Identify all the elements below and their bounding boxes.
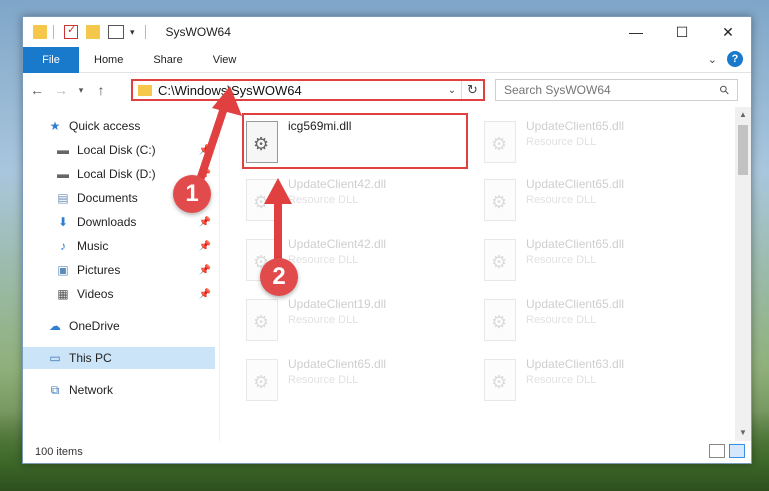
maximize-button[interactable]: ☐ [659, 17, 705, 47]
properties-check-icon[interactable] [64, 23, 78, 39]
close-button[interactable]: ✕ [705, 17, 751, 47]
tab-view[interactable]: View [198, 47, 252, 73]
refresh-icon[interactable]: ↻ [461, 81, 483, 99]
file-item[interactable]: UpdateClient65.dllResource DLL [478, 233, 704, 285]
separator [144, 25, 146, 39]
step-2-badge: 2 [260, 258, 298, 296]
expand-ribbon-icon[interactable]: ⌄ [708, 53, 717, 66]
quick-access-dropdown-icon[interactable]: ▾ [130, 27, 135, 38]
drive-icon: ▬ [57, 143, 69, 157]
pin-icon[interactable]: 📌 [199, 217, 211, 228]
file-item[interactable]: UpdateClient42.dllResource DLL [240, 173, 466, 225]
sidebar-item-this-pc[interactable]: ▭ This PC [23, 347, 215, 369]
dll-file-icon [484, 239, 516, 281]
separator [53, 25, 54, 39]
forward-button[interactable]: → [51, 82, 71, 98]
sidebar-item-onedrive[interactable]: ☁ OneDrive [47, 315, 215, 337]
sidebar-item-music[interactable]: ♪ Music 📌 [55, 235, 215, 257]
dll-file-icon [246, 299, 278, 341]
large-icons-view-icon[interactable] [729, 444, 745, 458]
drive-icon: ▬ [57, 167, 69, 181]
dll-file-icon [484, 359, 516, 401]
pictures-icon: ▣ [57, 263, 69, 277]
title-bar: ▾ SysWOW64 — ☐ ✕ [23, 17, 751, 47]
tab-share[interactable]: Share [138, 47, 197, 73]
back-button[interactable]: ← [27, 82, 47, 98]
sidebar-item-downloads[interactable]: ⬇ Downloads 📌 [55, 211, 215, 233]
file-item[interactable]: UpdateClient65.dllResource DLL [478, 173, 704, 225]
file-item[interactable]: UpdateClient19.dllResource DLL [240, 293, 466, 345]
highlight-box [242, 113, 468, 169]
sidebar-item-network[interactable]: ⧉ Network [47, 379, 215, 401]
music-icon: ♪ [60, 239, 66, 253]
videos-icon: ▦ [57, 287, 69, 301]
content-area: ★ Quick access ▬ Local Disk (C:) 📌 ▬ Loc… [23, 107, 751, 441]
window-controls: — ☐ ✕ [613, 17, 751, 47]
address-dropdown-icon[interactable]: ⌄ [443, 85, 461, 96]
address-bar[interactable]: C:\Windows\SysWOW64 ⌄ ↻ [131, 79, 485, 101]
navigation-bar: ← → ▾ ↑ C:\Windows\SysWOW64 ⌄ ↻ ⚲ [23, 73, 751, 107]
computer-icon: ▭ [49, 351, 61, 365]
window-title: SysWOW64 [165, 25, 231, 39]
file-item[interactable]: UpdateClient65.dllResource DLL [478, 293, 704, 345]
pin-icon[interactable]: 📌 [199, 241, 211, 252]
network-icon: ⧉ [50, 382, 60, 397]
pin-icon[interactable]: 📌 [199, 289, 211, 300]
search-icon[interactable]: ⚲ [717, 82, 733, 98]
file-list: icg569mi.dll UpdateClient42.dllResource … [220, 107, 751, 441]
new-folder-icon[interactable] [86, 25, 100, 39]
vertical-scrollbar[interactable]: ▲ ▼ [735, 107, 751, 441]
folder-icon [138, 84, 152, 96]
dll-file-icon [484, 299, 516, 341]
sidebar-item-videos[interactable]: ▦ Videos 📌 [55, 283, 215, 305]
sidebar-item-pictures[interactable]: ▣ Pictures 📌 [55, 259, 215, 281]
search-box[interactable]: ⚲ [495, 79, 738, 101]
help-icon[interactable]: ? [727, 51, 743, 67]
address-path[interactable]: C:\Windows\SysWOW64 [158, 83, 443, 98]
recent-locations-icon[interactable]: ▾ [75, 85, 87, 96]
customize-icon[interactable] [108, 25, 124, 39]
file-explorer-window: ▾ SysWOW64 — ☐ ✕ File Home Share View ⌄ … [22, 16, 752, 464]
search-input[interactable] [504, 83, 694, 97]
scroll-thumb[interactable] [738, 125, 748, 175]
tab-home[interactable]: Home [79, 47, 138, 73]
documents-icon: ▤ [57, 191, 69, 205]
dll-file-icon [484, 179, 516, 221]
details-view-icon[interactable] [709, 444, 725, 458]
sidebar-item-local-disk-c[interactable]: ▬ Local Disk (C:) 📌 [55, 139, 215, 161]
file-item[interactable]: UpdateClient65.dllResource DLL [478, 115, 704, 167]
downloads-icon: ⬇ [57, 215, 69, 229]
minimize-button[interactable]: — [613, 17, 659, 47]
step-1-badge: 1 [173, 175, 211, 213]
ribbon-tabs: File Home Share View ⌄ ? [23, 46, 751, 73]
file-item[interactable]: UpdateClient63.dllResource DLL [478, 353, 704, 405]
cloud-icon: ☁ [49, 319, 61, 333]
folder-icon [33, 25, 47, 39]
dll-file-icon [246, 359, 278, 401]
scroll-down-icon[interactable]: ▼ [735, 425, 751, 441]
navigation-pane: ★ Quick access ▬ Local Disk (C:) 📌 ▬ Loc… [23, 107, 220, 441]
file-item[interactable]: UpdateClient65.dllResource DLL [240, 353, 466, 405]
pin-icon[interactable]: 📌 [199, 145, 211, 156]
star-icon: ★ [49, 119, 61, 133]
tab-file[interactable]: File [23, 46, 79, 73]
status-bar: 100 items [23, 441, 751, 463]
dll-file-icon [246, 179, 278, 221]
sidebar-item-quick-access[interactable]: ★ Quick access [47, 115, 215, 137]
pin-icon[interactable]: 📌 [199, 265, 211, 276]
dll-file-icon [484, 121, 516, 163]
up-button[interactable]: ↑ [91, 82, 111, 98]
item-count: 100 items [35, 446, 83, 458]
scroll-up-icon[interactable]: ▲ [735, 107, 751, 123]
